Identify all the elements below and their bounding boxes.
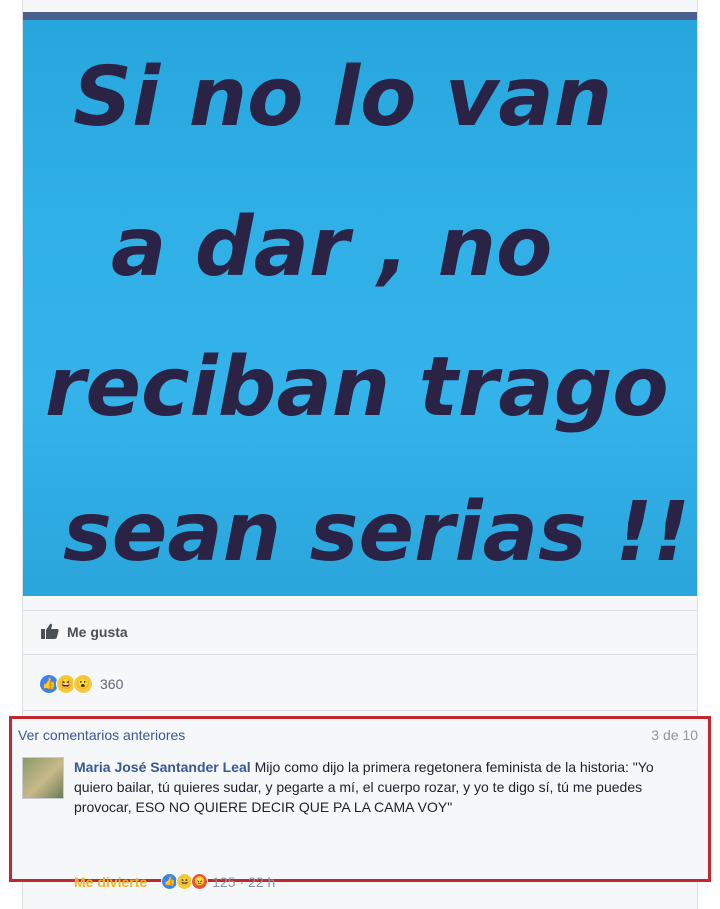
view-previous-comments-link[interactable]: Ver comentarios anteriores — [18, 727, 185, 743]
reaction-button[interactable]: Me divierte — [74, 874, 147, 890]
comment-time[interactable]: · 22 h — [240, 874, 276, 890]
divider — [23, 654, 697, 655]
post-card: Si no lo van a dar , no reciban trago se… — [9, 0, 711, 909]
comment-actions: Me divierte 👍 😆 😠 125 · 22 h — [74, 873, 275, 890]
comment-body: Maria José Santander Leal Mijo como dijo … — [74, 757, 696, 817]
thumbs-up-icon — [41, 623, 59, 642]
comments-header: Ver comentarios anteriores 3 de 10 — [18, 725, 698, 745]
image-text-line-4: sean serias !! — [63, 485, 690, 580]
post-image[interactable]: Si no lo van a dar , no reciban trago se… — [23, 20, 697, 596]
comment-reaction-count: 125 — [212, 873, 236, 890]
divider — [23, 710, 697, 711]
like-label: Me gusta — [67, 624, 128, 640]
like-button[interactable]: Me gusta — [23, 612, 697, 652]
reaction-count: 360 — [100, 676, 124, 692]
comment-reactions[interactable]: 👍 😆 😠 — [161, 873, 209, 890]
comment-author[interactable]: Maria José Santander Leal — [74, 759, 251, 775]
wow-icon: 😮 — [73, 674, 93, 694]
avatar[interactable] — [22, 757, 64, 799]
image-text-line-3: reciban trago — [45, 340, 669, 435]
divider — [23, 610, 697, 611]
image-text-svg: Si no lo van a dar , no reciban trago se… — [45, 50, 690, 580]
angry-icon: 😠 — [191, 873, 209, 890]
image-text-line-1: Si no lo van — [73, 50, 612, 145]
top-bar — [23, 12, 697, 20]
reactions-summary[interactable]: 👍 😆 😮 360 — [23, 664, 697, 704]
image-text-line-2: a dar , no — [111, 200, 552, 295]
comments-page-count: 3 de 10 — [651, 727, 698, 743]
comments-section: Ver comentarios anteriores 3 de 10 Maria… — [9, 716, 711, 890]
